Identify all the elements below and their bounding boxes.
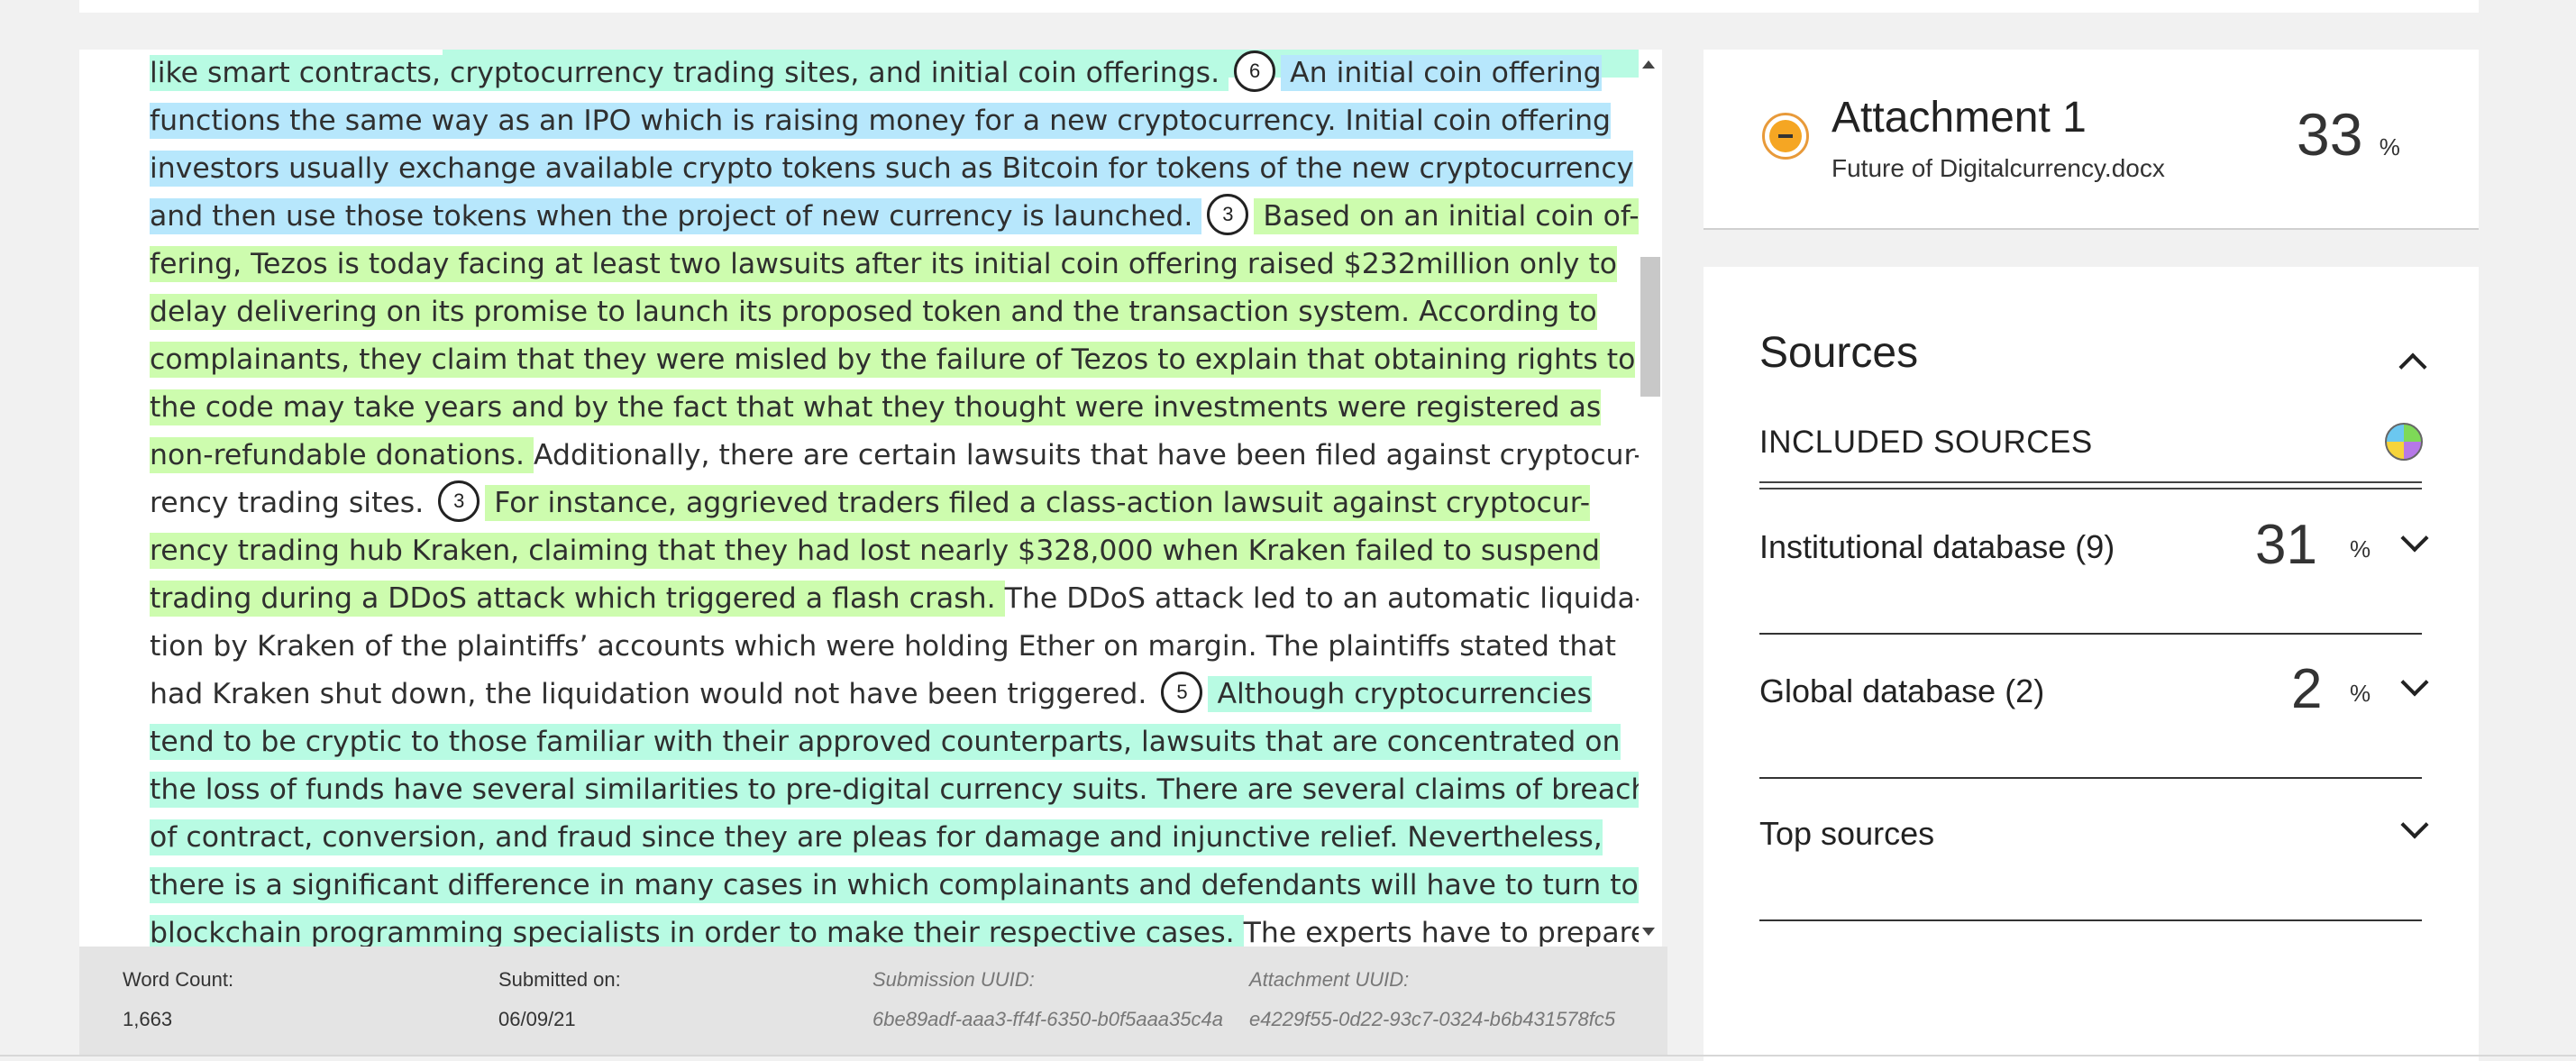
document-line: like smart contracts, cryptocurrency tra… — [150, 50, 1602, 97]
source-percent-sign: % — [2350, 535, 2371, 563]
submission-uuid-value: 6be89adf-aaa3-ff4f-6350-b0f5aaa35c4a — [872, 1008, 1223, 1030]
highlighted-text: fering, Tezos is today facing at least t… — [150, 246, 1618, 282]
highlighted-text: the code may take years and by the fact … — [150, 389, 1602, 425]
source-percent: 2 — [2291, 658, 2323, 720]
highlighted-text: complainants, they claim that they were … — [150, 342, 1636, 378]
scroll-thumb[interactable] — [1640, 257, 1660, 397]
highlighted-text: trading during a DDoS attack which trigg… — [150, 581, 1005, 617]
document-line: and then use those tokens when the proje… — [150, 193, 1639, 241]
attachment-uuid: Attachment UUID: e4229f55-0d22-93c7-0324… — [1249, 968, 1615, 1031]
plain-text: tion by Kraken of the plaintiffs’ accoun… — [150, 630, 1616, 663]
collapse-sources-chevron-up-icon[interactable] — [2398, 352, 2427, 381]
plain-text: rency trading sites. — [150, 487, 434, 519]
document-line: non-refundable donations. Additionally, … — [150, 432, 1639, 480]
source-label: Institutional database (9) — [1759, 528, 2115, 565]
plain-text: Additionally, there are certain lawsuits… — [533, 439, 1639, 471]
source-row-institutional[interactable]: Institutional database (9) 31 % — [1759, 490, 2429, 635]
source-label: Top sources — [1759, 815, 1935, 852]
word-count: Word Count: 1,663 — [123, 968, 233, 1031]
included-sources-divider — [1759, 481, 2422, 489]
source-match-marker[interactable]: 6 — [1234, 50, 1276, 92]
submission-info-bar: Word Count: 1,663 Submitted on: 06/09/21… — [79, 947, 1667, 1055]
attachment-similarity-percent: 33 % — [2297, 100, 2400, 169]
plain-text: The experts have to prepare — [1243, 917, 1639, 947]
document-line: there is a significant difference in man… — [150, 862, 1639, 910]
highlighted-text: Although cryptocurrencies — [1208, 676, 1592, 712]
top-bar — [79, 0, 2479, 13]
document-line: functions the same way as an IPO which i… — [150, 97, 1612, 145]
source-percent: 31 — [2255, 514, 2317, 576]
attachment-percent-value: 33 — [2297, 101, 2363, 168]
document-line: rency trading sites. 3 For instance, agg… — [150, 480, 1591, 527]
source-match-marker[interactable]: 3 — [1207, 194, 1249, 235]
highlighted-text: An initial coin offering — [1281, 55, 1602, 91]
highlighted-text: there is a significant difference in man… — [150, 867, 1639, 903]
submission-uuid: Submission UUID: 6be89adf-aaa3-ff4f-6350… — [872, 968, 1223, 1031]
document-line: had Kraken shut down, the liquidation wo… — [150, 671, 1592, 718]
document-line: of contract, conversion, and fraud since… — [150, 814, 1603, 862]
highlighted-text: rency trading hub Kraken, claiming that … — [150, 533, 1601, 569]
document-line: blockchain programming specialists in or… — [150, 910, 1639, 947]
document-line: fering, Tezos is today facing at least t… — [150, 241, 1618, 288]
highlighted-text: investors usually exchange available cry… — [150, 151, 1634, 187]
submitted-on: Submitted on: 06/09/21 — [498, 968, 621, 1031]
highlighted-text: non-refundable donations. — [150, 437, 534, 473]
document-line: the loss of funds have several similarit… — [150, 766, 1639, 814]
highlighted-text: functions the same way as an IPO which i… — [150, 103, 1612, 139]
scroll-up-arrow-icon[interactable] — [1642, 60, 1655, 69]
highlighted-text: of contract, conversion, and fraud since… — [150, 819, 1603, 855]
submitted-on-value: 06/09/21 — [498, 1008, 576, 1030]
highlighted-text: like smart contracts, cryptocurrency tra… — [150, 55, 1229, 91]
document-line: trading during a DDoS attack which trigg… — [150, 575, 1639, 623]
document-line: delay delivering on its promise to launc… — [150, 288, 1597, 336]
scroll-down-arrow-icon[interactable] — [1642, 928, 1655, 936]
sources-panel: Sources INCLUDED SOURCES Institutional d… — [1704, 267, 2479, 1061]
highlighted-text: Based on an initial coin of- — [1254, 198, 1639, 234]
document-viewer[interactable]: like smart contracts, cryptocurrency tra… — [79, 50, 1639, 947]
highlighted-text: and then use those tokens when the proje… — [150, 198, 1202, 234]
document-scrollbar[interactable] — [1639, 50, 1662, 947]
document-line: investors usually exchange available cry… — [150, 145, 1634, 193]
expand-chevron-down-icon[interactable] — [2400, 668, 2429, 697]
word-count-value: 1,663 — [123, 1008, 173, 1030]
attachment-uuid-label: Attachment UUID: — [1249, 968, 1410, 991]
document-line: tion by Kraken of the plaintiffs’ accoun… — [150, 623, 1616, 671]
submission-uuid-label: Submission UUID: — [872, 968, 1035, 991]
expand-chevron-down-icon[interactable] — [2400, 524, 2429, 553]
page-bottom-border — [0, 1055, 2576, 1056]
document-line: rency trading hub Kraken, claiming that … — [150, 527, 1601, 575]
source-row-top-sources[interactable]: Top sources — [1759, 777, 2429, 921]
attachment-percent-sign: % — [2379, 133, 2400, 160]
word-count-label: Word Count: — [123, 968, 234, 991]
document-line: tend to be cryptic to those familiar wit… — [150, 718, 1621, 766]
submitted-on-label: Submitted on: — [498, 968, 621, 991]
sources-title: Sources — [1759, 329, 1919, 377]
highlighted-text: For instance, aggrieved traders filed a … — [485, 485, 1591, 521]
included-sources-label: INCLUDED SOURCES — [1759, 425, 2093, 460]
source-label: Global database (2) — [1759, 672, 2045, 709]
expand-chevron-down-icon[interactable] — [2400, 810, 2429, 839]
document-line: the code may take years and by the fact … — [150, 384, 1602, 432]
highlighted-text: blockchain programming specialists in or… — [150, 915, 1244, 947]
document-line: complainants, they claim that they were … — [150, 336, 1636, 384]
highlighted-text: tend to be cryptic to those familiar wit… — [150, 724, 1621, 760]
source-match-marker[interactable]: 3 — [438, 480, 480, 522]
plain-text: had Kraken shut down, the liquidation wo… — [150, 678, 1156, 710]
attachment-filename: Future of Digitalcurrency.docx — [1832, 154, 2165, 182]
attachment-uuid-value: e4229f55-0d22-93c7-0324-b6b431578fc5 — [1249, 1008, 1616, 1030]
source-match-marker[interactable]: 5 — [1161, 672, 1203, 713]
plain-text: The DDoS attack led to an automatic liqu… — [1004, 582, 1639, 615]
highlighted-text: delay delivering on its promise to launc… — [150, 294, 1597, 330]
source-percent-sign: % — [2350, 680, 2371, 707]
color-palette-icon[interactable] — [2385, 423, 2423, 461]
highlighted-text: the loss of funds have several similarit… — [150, 772, 1639, 808]
source-row-global[interactable]: Global database (2) 2 % — [1759, 635, 2429, 779]
remove-circle-icon[interactable] — [1762, 113, 1809, 160]
attachment-title: Attachment 1 — [1832, 94, 2087, 142]
